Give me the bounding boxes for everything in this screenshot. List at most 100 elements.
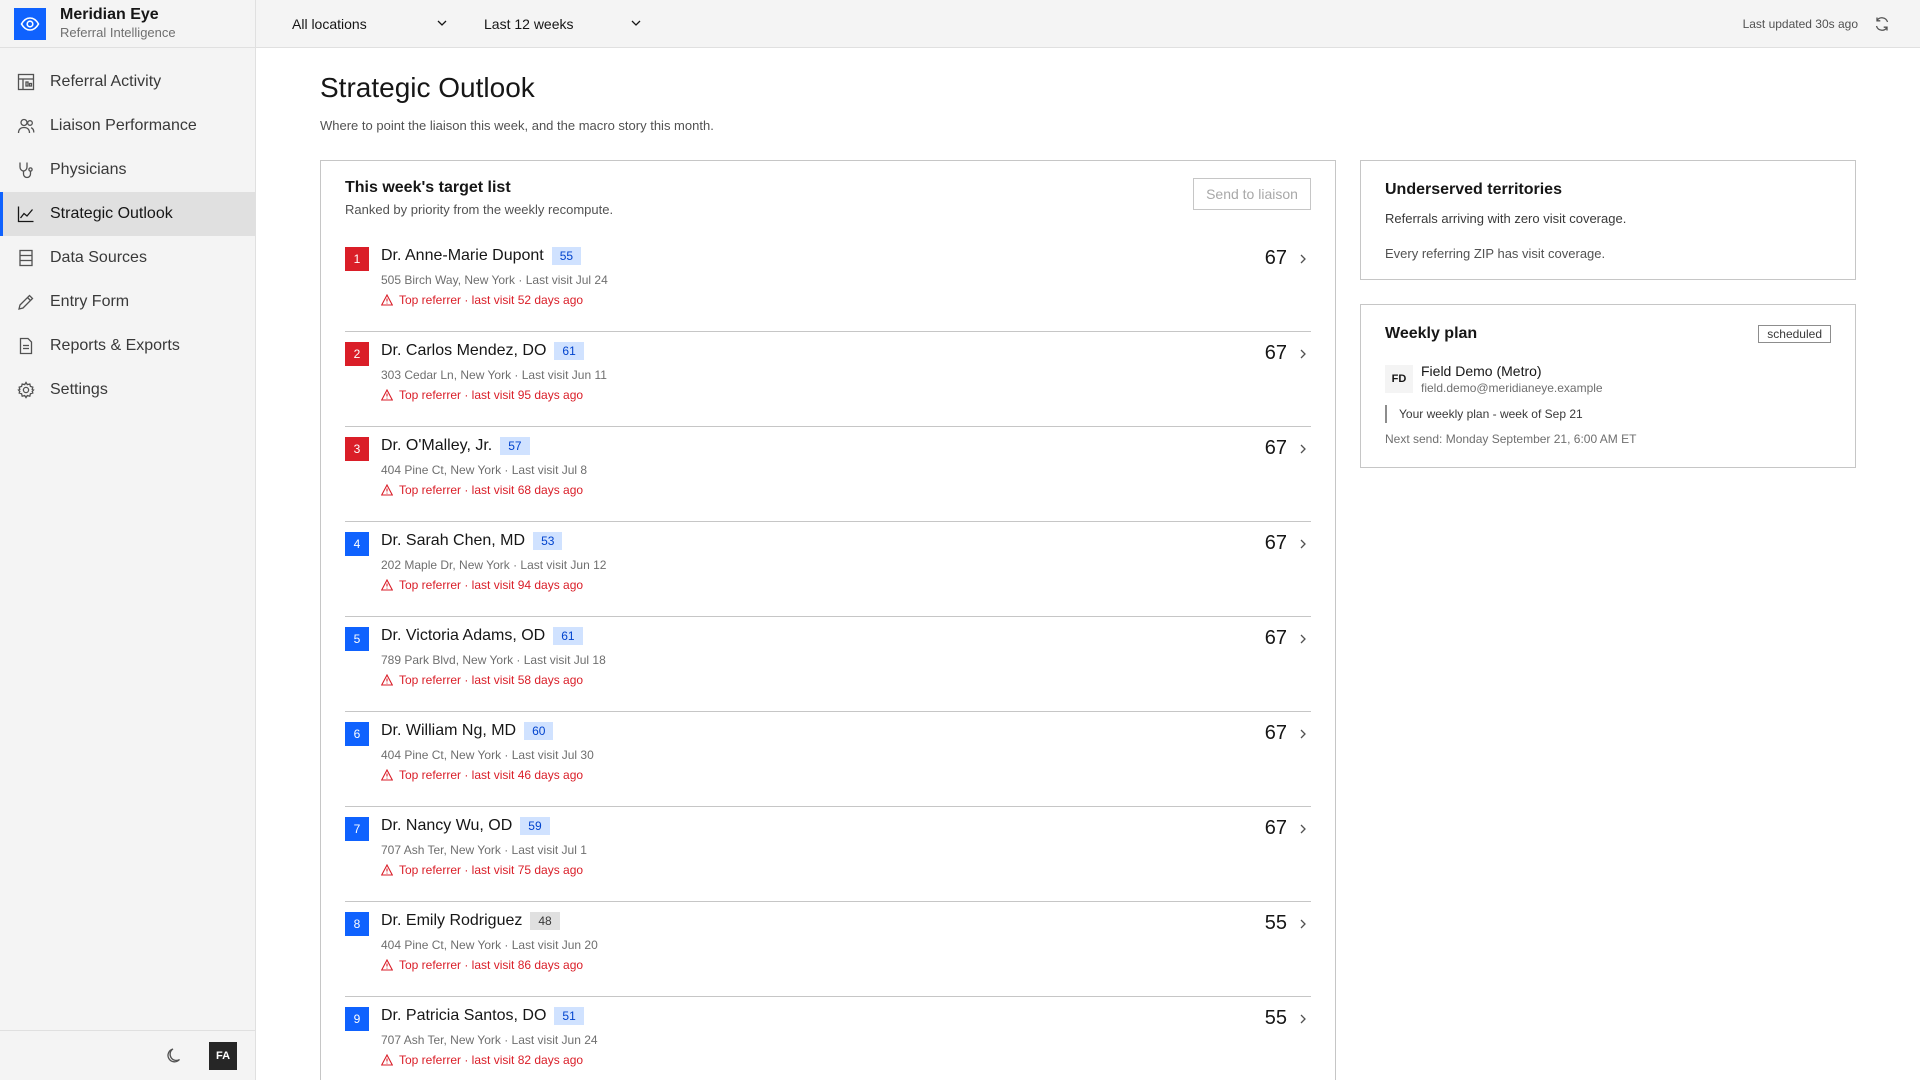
physician-address: 303 Cedar Ln, New York · Last visit Jun … xyxy=(381,368,607,382)
target-row[interactable]: 4 Dr. Sarah Chen, MD 53 202 Maple Dr, Ne… xyxy=(345,522,1311,617)
avatar: FD xyxy=(1385,365,1413,393)
physician-address: 505 Birch Way, New York · Last visit Jul… xyxy=(381,273,608,287)
target-row[interactable]: 5 Dr. Victoria Adams, OD 61 789 Park Blv… xyxy=(345,617,1311,712)
sidebar-item-physicians[interactable]: Physicians xyxy=(0,148,255,192)
score-tag: 53 xyxy=(533,532,563,550)
rank-badge: 3 xyxy=(345,437,369,461)
rank-badge: 9 xyxy=(345,1007,369,1031)
location-dropdown[interactable]: All locations xyxy=(256,0,448,48)
sidebar-item-reports-exports[interactable]: Reports & Exports xyxy=(0,324,255,368)
brand-header[interactable]: Meridian Eye Referral Intelligence xyxy=(0,0,255,48)
date-range-dropdown-value: Last 12 weeks xyxy=(484,15,574,32)
physician-name: Dr. Sarah Chen, MD xyxy=(381,532,526,549)
rank-badge: 5 xyxy=(345,627,369,651)
warning-icon xyxy=(381,959,393,971)
alert-line: Top referrer · last visit 68 days ago xyxy=(381,483,583,497)
priority-score: 67 xyxy=(1264,247,1287,269)
score-tag: 55 xyxy=(551,247,582,265)
physician-name: Dr. Victoria Adams, OD xyxy=(381,627,546,644)
status-badge: scheduled xyxy=(1758,325,1831,343)
alert-text: Top referrer · last visit 68 days ago xyxy=(399,483,584,497)
chevron-down-icon xyxy=(436,16,448,32)
alert-text: Top referrer · last visit 58 days ago xyxy=(399,673,584,687)
score-tag: 48 xyxy=(530,912,560,930)
sidebar-item-data-sources[interactable]: Data Sources xyxy=(0,236,255,280)
sidebar-item-label: Entry Form xyxy=(50,293,130,310)
weekly-plan-card: Weekly plan scheduled FD Field Demo (Met… xyxy=(1360,304,1856,468)
page-subtitle: Where to point the liaison this week, an… xyxy=(320,118,714,133)
sidebar-item-label: Data Sources xyxy=(50,249,147,266)
warning-icon xyxy=(381,484,393,496)
sidebar-item-label: Reports & Exports xyxy=(50,337,180,354)
rank-badge: 1 xyxy=(345,247,369,271)
target-row[interactable]: 1 Dr. Anne-Marie Dupont 55 505 Birch Way… xyxy=(345,237,1311,332)
chevron-right-icon xyxy=(1295,251,1311,267)
alert-line: Top referrer · last visit 82 days ago xyxy=(381,1053,583,1067)
recipient-name: Field Demo (Metro) xyxy=(1421,363,1542,379)
score-tag: 60 xyxy=(524,722,554,740)
people-icon xyxy=(16,116,36,136)
target-row[interactable]: 6 Dr. William Ng, MD 60 404 Pine Ct, New… xyxy=(345,712,1311,807)
alert-text: Top referrer · last visit 52 days ago xyxy=(399,293,584,307)
moon-icon[interactable] xyxy=(163,1044,187,1068)
physician-name: Dr. Emily Rodriguez xyxy=(381,912,523,929)
sidebar-item-label: Physicians xyxy=(50,161,127,178)
target-row[interactable]: 7 Dr. Nancy Wu, OD 59 707 Ash Ter, New Y… xyxy=(345,807,1311,902)
priority-score: 55 xyxy=(1264,1007,1287,1029)
target-row[interactable]: 3 Dr. O'Malley, Jr. 57 404 Pine Ct, New … xyxy=(345,427,1311,522)
send-to-liaison-button[interactable]: Send to liaison xyxy=(1193,178,1311,210)
date-range-dropdown[interactable]: Last 12 weeks xyxy=(448,0,642,48)
topbar: All locations Last 12 weeks Last updated… xyxy=(256,0,1920,48)
target-row[interactable]: 9 Dr. Patricia Santos, DO 51 707 Ash Ter… xyxy=(345,997,1311,1080)
chevron-right-icon xyxy=(1295,821,1311,837)
underserved-title: Underserved territories xyxy=(1385,181,1562,198)
stethoscope-icon xyxy=(16,160,36,180)
sidebar-item-label: Settings xyxy=(50,381,108,398)
chevron-right-icon xyxy=(1295,726,1311,742)
pen-icon xyxy=(16,292,36,312)
alert-line: Top referrer · last visit 75 days ago xyxy=(381,863,583,877)
physician-address: 404 Pine Ct, New York · Last visit Jun 2… xyxy=(381,938,598,952)
target-list-title: This week's target list xyxy=(345,179,511,196)
physician-address: 789 Park Blvd, New York · Last visit Jul… xyxy=(381,653,606,667)
target-list-card: This week's target list Ranked by priori… xyxy=(320,160,1336,1080)
score-tag: 61 xyxy=(553,627,583,645)
priority-score: 55 xyxy=(1264,912,1287,934)
physician-name: Dr. Patricia Santos, DO xyxy=(381,1007,547,1024)
alert-line: Top referrer · last visit 95 days ago xyxy=(381,388,583,402)
warning-icon xyxy=(381,1054,393,1066)
gear-icon xyxy=(16,380,36,400)
priority-score: 67 xyxy=(1264,817,1287,839)
sidebar-item-settings[interactable]: Settings xyxy=(0,368,255,412)
chevron-right-icon xyxy=(1295,916,1311,932)
plan-recipient: FD Field Demo (Metro) field.demo@meridia… xyxy=(1385,363,1831,395)
sidebar-item-strategic-outlook[interactable]: Strategic Outlook xyxy=(0,192,255,236)
alert-line: Top referrer · last visit 52 days ago xyxy=(381,293,583,307)
alert-text: Top referrer · last visit 86 days ago xyxy=(399,958,584,972)
page-title: Strategic Outlook xyxy=(320,72,535,103)
refresh-icon[interactable] xyxy=(1872,14,1892,34)
alert-text: Top referrer · last visit 94 days ago xyxy=(399,578,584,592)
chevron-right-icon xyxy=(1295,536,1311,552)
alert-line: Top referrer · last visit 94 days ago xyxy=(381,578,583,592)
last-updated-text: Last updated 30s ago xyxy=(1742,16,1858,31)
target-row[interactable]: 8 Dr. Emily Rodriguez 48 404 Pine Ct, Ne… xyxy=(345,902,1311,997)
warning-icon xyxy=(381,294,393,306)
warning-icon xyxy=(381,389,393,401)
sidebar-nav: Referral Activity Liaison Performance Ph… xyxy=(0,48,255,412)
sidebar-item-entry-form[interactable]: Entry Form xyxy=(0,280,255,324)
alert-text: Top referrer · last visit 95 days ago xyxy=(399,388,584,402)
sidebar-item-label: Liaison Performance xyxy=(50,117,197,134)
underserved-note: Every referring ZIP has visit coverage. xyxy=(1385,246,1606,261)
physician-address: 707 Ash Ter, New York · Last visit Jul 1 xyxy=(381,843,587,857)
avatar[interactable]: FA xyxy=(209,1041,237,1070)
eye-logo-icon xyxy=(14,7,46,40)
weekly-plan-title: Weekly plan xyxy=(1385,325,1478,342)
main-content: Strategic Outlook Where to point the lia… xyxy=(320,48,1920,1080)
target-row[interactable]: 2 Dr. Carlos Mendez, DO 61 303 Cedar Ln,… xyxy=(345,332,1311,427)
database-icon xyxy=(16,248,36,268)
alert-line: Top referrer · last visit 46 days ago xyxy=(381,768,583,782)
sidebar-item-liaison-performance[interactable]: Liaison Performance xyxy=(0,104,255,148)
underserved-description: Referrals arriving with zero visit cover… xyxy=(1385,211,1627,226)
sidebar-item-referral-activity[interactable]: Referral Activity xyxy=(0,60,255,104)
